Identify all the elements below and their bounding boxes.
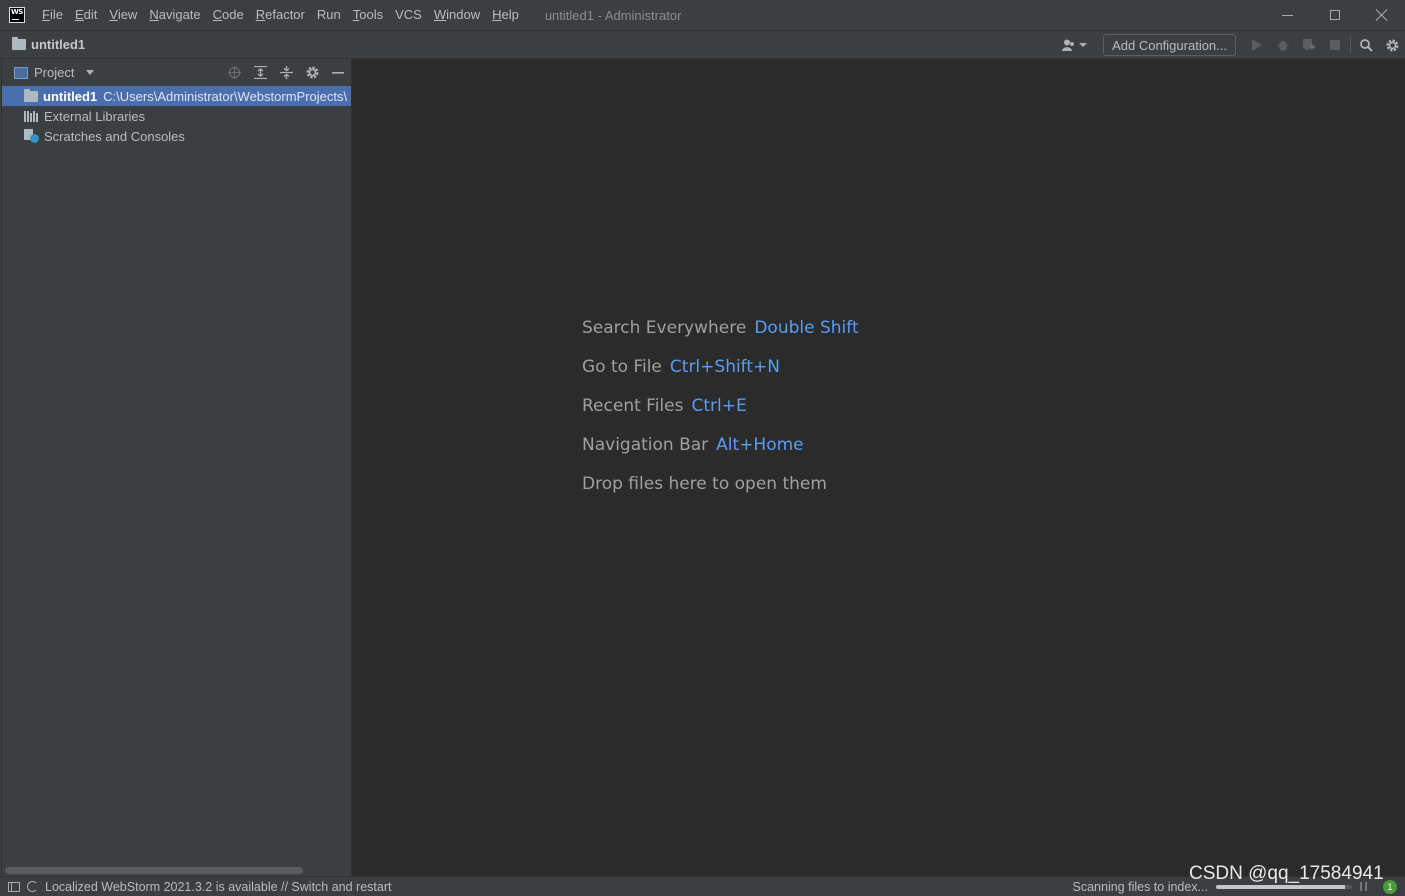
menu-navigate[interactable]: Navigate (143, 0, 206, 30)
project-panel-tools (221, 59, 351, 86)
hint-text: Recent Files (582, 396, 684, 416)
progress-fill (1216, 884, 1346, 889)
menu-run[interactable]: Run (311, 0, 347, 30)
maximize-button[interactable] (1311, 0, 1358, 30)
main-menu: File Edit View Navigate Code Refactor Ru… (36, 0, 525, 30)
project-panel-header: Project (2, 59, 351, 86)
menu-edit[interactable]: Edit (69, 0, 103, 30)
hint-drop-files: Drop files here to open them (582, 474, 859, 513)
bug-icon (1277, 41, 1289, 51)
window-title: untitled1 - Administrator (544, 7, 682, 23)
coverage-button[interactable] (1296, 31, 1322, 59)
status-message[interactable]: Localized WebStorm 2021.3.2 is available… (45, 880, 391, 894)
hint-text: Search Everywhere (582, 318, 747, 338)
debug-button[interactable] (1270, 31, 1296, 59)
close-button[interactable] (1358, 0, 1405, 30)
toolbar-right: Add Configuration... (1062, 31, 1405, 59)
tree-item-external-libraries[interactable]: External Libraries (2, 106, 351, 126)
hint-text: Navigation Bar (582, 435, 709, 455)
hint-shortcut: Double Shift (754, 318, 859, 338)
search-icon (1359, 38, 1373, 52)
tree-root-name: untitled1 (43, 88, 98, 104)
logo-text: WS (11, 8, 23, 16)
hint-text: Drop files here to open them (582, 474, 827, 494)
menu-help[interactable]: Help (486, 0, 525, 30)
minimize-button[interactable] (1264, 0, 1311, 30)
window-controls (1264, 0, 1405, 30)
expand-all-button[interactable] (247, 59, 273, 86)
tree-root-path: C:\Users\Administrator\WebstormProjects\ (103, 88, 348, 104)
hint-navigation-bar: Navigation Bar Alt+Home (582, 435, 859, 474)
run-icon (1252, 39, 1262, 51)
title-bar: WS File Edit View Navigate Code Refactor… (0, 0, 1405, 30)
collapse-all-button[interactable] (273, 59, 299, 86)
watermark: CSDN @qq_17584941 (1189, 863, 1384, 884)
project-tool-window: Project untitled1 C:\Users\Administrator (2, 59, 352, 876)
toolbar-separator (1350, 36, 1351, 54)
menu-tools[interactable]: Tools (347, 0, 389, 30)
nav-project-name[interactable]: untitled1 (31, 37, 85, 52)
close-icon (1376, 9, 1388, 21)
hint-shortcut: Ctrl+E (691, 396, 747, 416)
gear-icon (306, 66, 318, 79)
settings-button[interactable] (1379, 31, 1405, 59)
indexing-progress-bar (1216, 884, 1352, 889)
minimize-icon (1282, 14, 1293, 16)
library-icon (24, 110, 39, 122)
editor-area[interactable]: Search Everywhere Double Shift Go to File… (353, 59, 1405, 876)
panel-settings-button[interactable] (299, 59, 325, 86)
stop-icon (1330, 40, 1340, 50)
gear-icon (1386, 39, 1398, 51)
folder-icon (24, 88, 38, 102)
menu-code[interactable]: Code (207, 0, 250, 30)
tree-item-label: External Libraries (44, 108, 146, 124)
navigation-bar: untitled1 Add Configuration... (0, 30, 1405, 59)
menu-window[interactable]: Window (428, 0, 486, 30)
hint-shortcut: Ctrl+Shift+N (669, 357, 780, 377)
hide-panel-button[interactable] (325, 59, 351, 86)
menu-vcs[interactable]: VCS (389, 0, 428, 30)
hint-text: Go to File (582, 357, 662, 377)
select-opened-file-button[interactable] (221, 59, 247, 86)
tree-item-label: Scratches and Consoles (44, 128, 185, 144)
chevron-down-icon (1079, 43, 1088, 47)
maximize-icon (1329, 10, 1340, 20)
scratches-icon (24, 129, 39, 143)
empty-editor-hints: Search Everywhere Double Shift Go to File… (582, 318, 859, 513)
coverage-icon (1302, 39, 1316, 51)
hint-search-everywhere: Search Everywhere Double Shift (582, 318, 859, 357)
project-panel-title[interactable]: Project (34, 65, 74, 80)
project-tree: untitled1 C:\Users\Administrator\Webstor… (2, 86, 351, 146)
user-icon (1062, 39, 1075, 51)
search-everywhere-button[interactable] (1353, 31, 1379, 59)
menu-file[interactable]: File (36, 0, 69, 30)
menu-refactor[interactable]: Refactor (250, 0, 311, 30)
collapse-all-icon (279, 66, 293, 79)
run-button[interactable] (1244, 31, 1270, 59)
notifications-badge[interactable]: 1 (1383, 879, 1397, 894)
indexing-status[interactable]: Scanning files to index... (1073, 880, 1209, 894)
project-view-icon (14, 66, 28, 79)
locate-icon (227, 66, 241, 79)
tree-item-scratches[interactable]: Scratches and Consoles (2, 126, 351, 146)
expand-all-icon (253, 66, 267, 79)
menu-view[interactable]: View (103, 0, 143, 30)
minimize-icon (331, 72, 344, 74)
user-menu-button[interactable] (1062, 39, 1088, 51)
add-configuration-button[interactable]: Add Configuration... (1103, 34, 1236, 56)
chevron-down-icon[interactable] (86, 70, 95, 75)
progress-spinner-icon (27, 881, 38, 892)
webstorm-logo-icon[interactable]: WS (9, 7, 25, 23)
folder-icon (12, 37, 26, 50)
hint-recent-files: Recent Files Ctrl+E (582, 396, 859, 435)
tree-item-root[interactable]: untitled1 C:\Users\Administrator\Webstor… (2, 86, 351, 106)
horizontal-scrollbar[interactable] (5, 867, 303, 874)
hint-shortcut: Alt+Home (716, 435, 804, 455)
tool-windows-toggle-icon[interactable] (8, 881, 20, 892)
hint-go-to-file: Go to File Ctrl+Shift+N (582, 357, 859, 396)
stop-button[interactable] (1322, 31, 1348, 59)
